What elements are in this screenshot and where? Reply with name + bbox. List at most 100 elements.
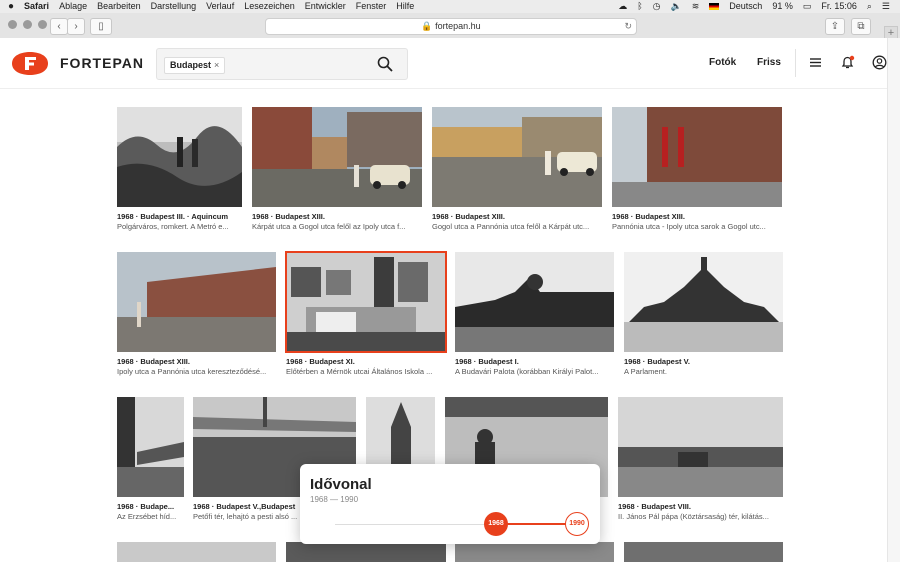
photo-tile[interactable]: 1968 · Budape... Az Erzsébet híd... bbox=[117, 397, 184, 523]
photo-image bbox=[252, 107, 422, 207]
photo-description: Ipoly utca a Pannónia utca kereszteződés… bbox=[117, 367, 267, 376]
menu-ablage[interactable]: Ablage bbox=[59, 0, 87, 13]
menu-lesezeichen[interactable]: Lesezeichen bbox=[244, 0, 295, 13]
notification-bell-icon[interactable] bbox=[840, 55, 855, 70]
back-button[interactable]: ‹ bbox=[50, 18, 68, 35]
photo-tile[interactable]: 1968 · Budapest VIII. II. János Pál pápa… bbox=[618, 397, 783, 523]
photo-tile[interactable] bbox=[117, 542, 276, 562]
photo-title[interactable]: 1968 · Budapest VIII. bbox=[618, 502, 783, 511]
timeline-panel: Idővonal 1968 — 1990 1968 1990 bbox=[300, 464, 600, 544]
photo-thumbnail[interactable] bbox=[286, 542, 446, 562]
menu-verlauf[interactable]: Verlauf bbox=[206, 0, 234, 13]
search-box[interactable]: Budapest × bbox=[156, 48, 408, 80]
forward-button[interactable]: › bbox=[67, 18, 85, 35]
photo-thumbnail[interactable] bbox=[285, 251, 447, 353]
minimize-window-button[interactable] bbox=[23, 20, 32, 29]
photo-description: A Budavári Palota (korábban Királyi Palo… bbox=[455, 367, 599, 376]
spotlight-icon[interactable]: ⌕ bbox=[867, 0, 872, 13]
photo-image bbox=[624, 252, 783, 352]
sidebar-toggle-button[interactable]: ▯ bbox=[90, 18, 112, 35]
input-language[interactable]: Deutsch bbox=[729, 0, 762, 13]
search-chip[interactable]: Budapest × bbox=[164, 57, 226, 74]
photo-thumbnail[interactable] bbox=[117, 252, 276, 352]
battery-percent[interactable]: 91 % bbox=[772, 0, 793, 13]
menu-entwickler[interactable]: Entwickler bbox=[305, 0, 346, 13]
photo-tile[interactable] bbox=[624, 542, 783, 562]
photo-thumbnail[interactable] bbox=[624, 252, 783, 352]
sidebar-icon: ▯ bbox=[98, 21, 104, 32]
photo-title[interactable]: 1968 · Budapest XI. bbox=[286, 357, 446, 366]
notification-center-icon[interactable]: ☰ bbox=[882, 0, 890, 13]
page-scrollbar[interactable] bbox=[887, 38, 900, 562]
photo-tile[interactable] bbox=[455, 542, 614, 562]
menu-app-name[interactable]: Safari bbox=[24, 0, 49, 13]
apple-menu-icon[interactable]: ● bbox=[8, 0, 14, 13]
time-machine-icon[interactable]: ◷ bbox=[653, 0, 661, 13]
photo-tile[interactable]: 1968 · Budapest XIII. Kárpát utca a Gogo… bbox=[252, 107, 422, 233]
photo-title[interactable]: 1968 · Budapest XIII. bbox=[117, 357, 276, 366]
photo-tile[interactable]: 1968 · Budapest XIII. Ipoly utca a Pannó… bbox=[117, 252, 276, 378]
tabs-icon: ⧉ bbox=[857, 21, 865, 32]
nav-new-link[interactable]: Friss bbox=[757, 57, 781, 68]
share-button[interactable]: ⇪ bbox=[825, 18, 845, 35]
site-brand[interactable]: FORTEPAN bbox=[60, 55, 144, 71]
photo-thumbnail[interactable] bbox=[612, 107, 782, 207]
menubar-clock[interactable]: Fr. 15:06 bbox=[821, 0, 857, 13]
photo-thumbnail[interactable] bbox=[117, 107, 242, 207]
menu-icon[interactable] bbox=[808, 55, 823, 70]
photo-tile[interactable]: 1968 · Budapest XIII. Pannónia utca - Ip… bbox=[612, 107, 782, 233]
photo-tile[interactable]: 1968 · Budapest I. A Budavári Palota (ko… bbox=[455, 252, 614, 378]
photo-description: Kárpát utca a Gogol utca felől az Ipoly … bbox=[252, 222, 406, 231]
site-header: FORTEPAN Budapest × Fotók Friss bbox=[0, 38, 888, 89]
photo-thumbnail[interactable] bbox=[432, 107, 602, 207]
photo-thumbnail[interactable] bbox=[624, 542, 783, 562]
photo-thumbnail[interactable] bbox=[117, 397, 184, 497]
photo-tile[interactable]: 1968 · Budapest V. A Parlament. bbox=[624, 252, 783, 378]
photo-thumbnail[interactable] bbox=[455, 542, 614, 562]
battery-icon[interactable]: ▭ bbox=[803, 0, 812, 13]
share-icon: ⇪ bbox=[830, 21, 840, 32]
menu-bearbeiten[interactable]: Bearbeiten bbox=[97, 0, 141, 13]
menu-hilfe[interactable]: Hilfe bbox=[396, 0, 414, 13]
web-page: FORTEPAN Budapest × Fotók Friss 1968 · B… bbox=[0, 38, 900, 562]
zoom-window-button[interactable] bbox=[38, 20, 47, 29]
nav-photos-link[interactable]: Fotók bbox=[709, 57, 736, 68]
photo-image bbox=[432, 107, 602, 207]
photo-title[interactable]: 1968 · Budapest XIII. bbox=[612, 212, 782, 221]
reload-icon[interactable]: ↻ bbox=[624, 19, 632, 34]
photo-thumbnail[interactable] bbox=[252, 107, 422, 207]
chip-remove-icon[interactable]: × bbox=[214, 60, 219, 70]
photo-title[interactable]: 1968 · Budapest III. · Aquincum bbox=[117, 212, 242, 221]
photo-description: Előtérben a Mérnök utcai Általános Iskol… bbox=[286, 367, 433, 376]
search-chip-label: Budapest bbox=[170, 60, 212, 70]
user-account-icon[interactable] bbox=[872, 55, 887, 70]
timeline-start-handle[interactable]: 1968 bbox=[484, 512, 508, 536]
timeline-end-handle[interactable]: 1990 bbox=[565, 512, 589, 536]
menu-fenster[interactable]: Fenster bbox=[356, 0, 387, 13]
macos-menubar: ● Safari Ablage Bearbeiten Darstellung V… bbox=[0, 0, 900, 13]
tabs-overview-button[interactable]: ⧉ bbox=[851, 18, 871, 35]
volume-icon[interactable]: 🔈 bbox=[671, 0, 682, 13]
photo-thumbnail[interactable] bbox=[618, 397, 783, 497]
photo-title[interactable]: 1968 · Budapest V. bbox=[624, 357, 783, 366]
photo-tile[interactable] bbox=[286, 542, 446, 562]
cloud-icon[interactable]: ☁ bbox=[618, 0, 627, 13]
photo-title[interactable]: 1968 · Budapest XIII. bbox=[252, 212, 422, 221]
address-bar[interactable]: 🔒 fortepan.hu ↻ bbox=[265, 18, 637, 35]
photo-title[interactable]: 1968 · Budapest I. bbox=[455, 357, 614, 366]
photo-tile-selected[interactable]: 1968 · Budapest XI. Előtérben a Mérnök u… bbox=[285, 251, 447, 378]
photo-thumbnail[interactable] bbox=[455, 252, 614, 352]
photo-tile[interactable]: 1968 · Budapest III. · Aquincum Polgárvá… bbox=[117, 107, 242, 233]
photo-tile[interactable]: 1968 · Budapest XIII. Gogol utca a Pannó… bbox=[432, 107, 602, 233]
menu-darstellung[interactable]: Darstellung bbox=[151, 0, 197, 13]
fortepan-logo-icon[interactable] bbox=[10, 51, 50, 76]
photo-title[interactable]: 1968 · Budapest XIII. bbox=[432, 212, 602, 221]
photo-image bbox=[286, 252, 446, 352]
search-icon[interactable] bbox=[377, 56, 393, 72]
photo-title[interactable]: 1968 · Budape... bbox=[117, 502, 184, 511]
window-controls bbox=[8, 20, 47, 29]
bluetooth-icon[interactable]: ᛒ bbox=[637, 0, 642, 13]
close-window-button[interactable] bbox=[8, 20, 17, 29]
wifi-icon[interactable]: ≋ bbox=[692, 0, 700, 13]
photo-thumbnail[interactable] bbox=[117, 542, 276, 562]
